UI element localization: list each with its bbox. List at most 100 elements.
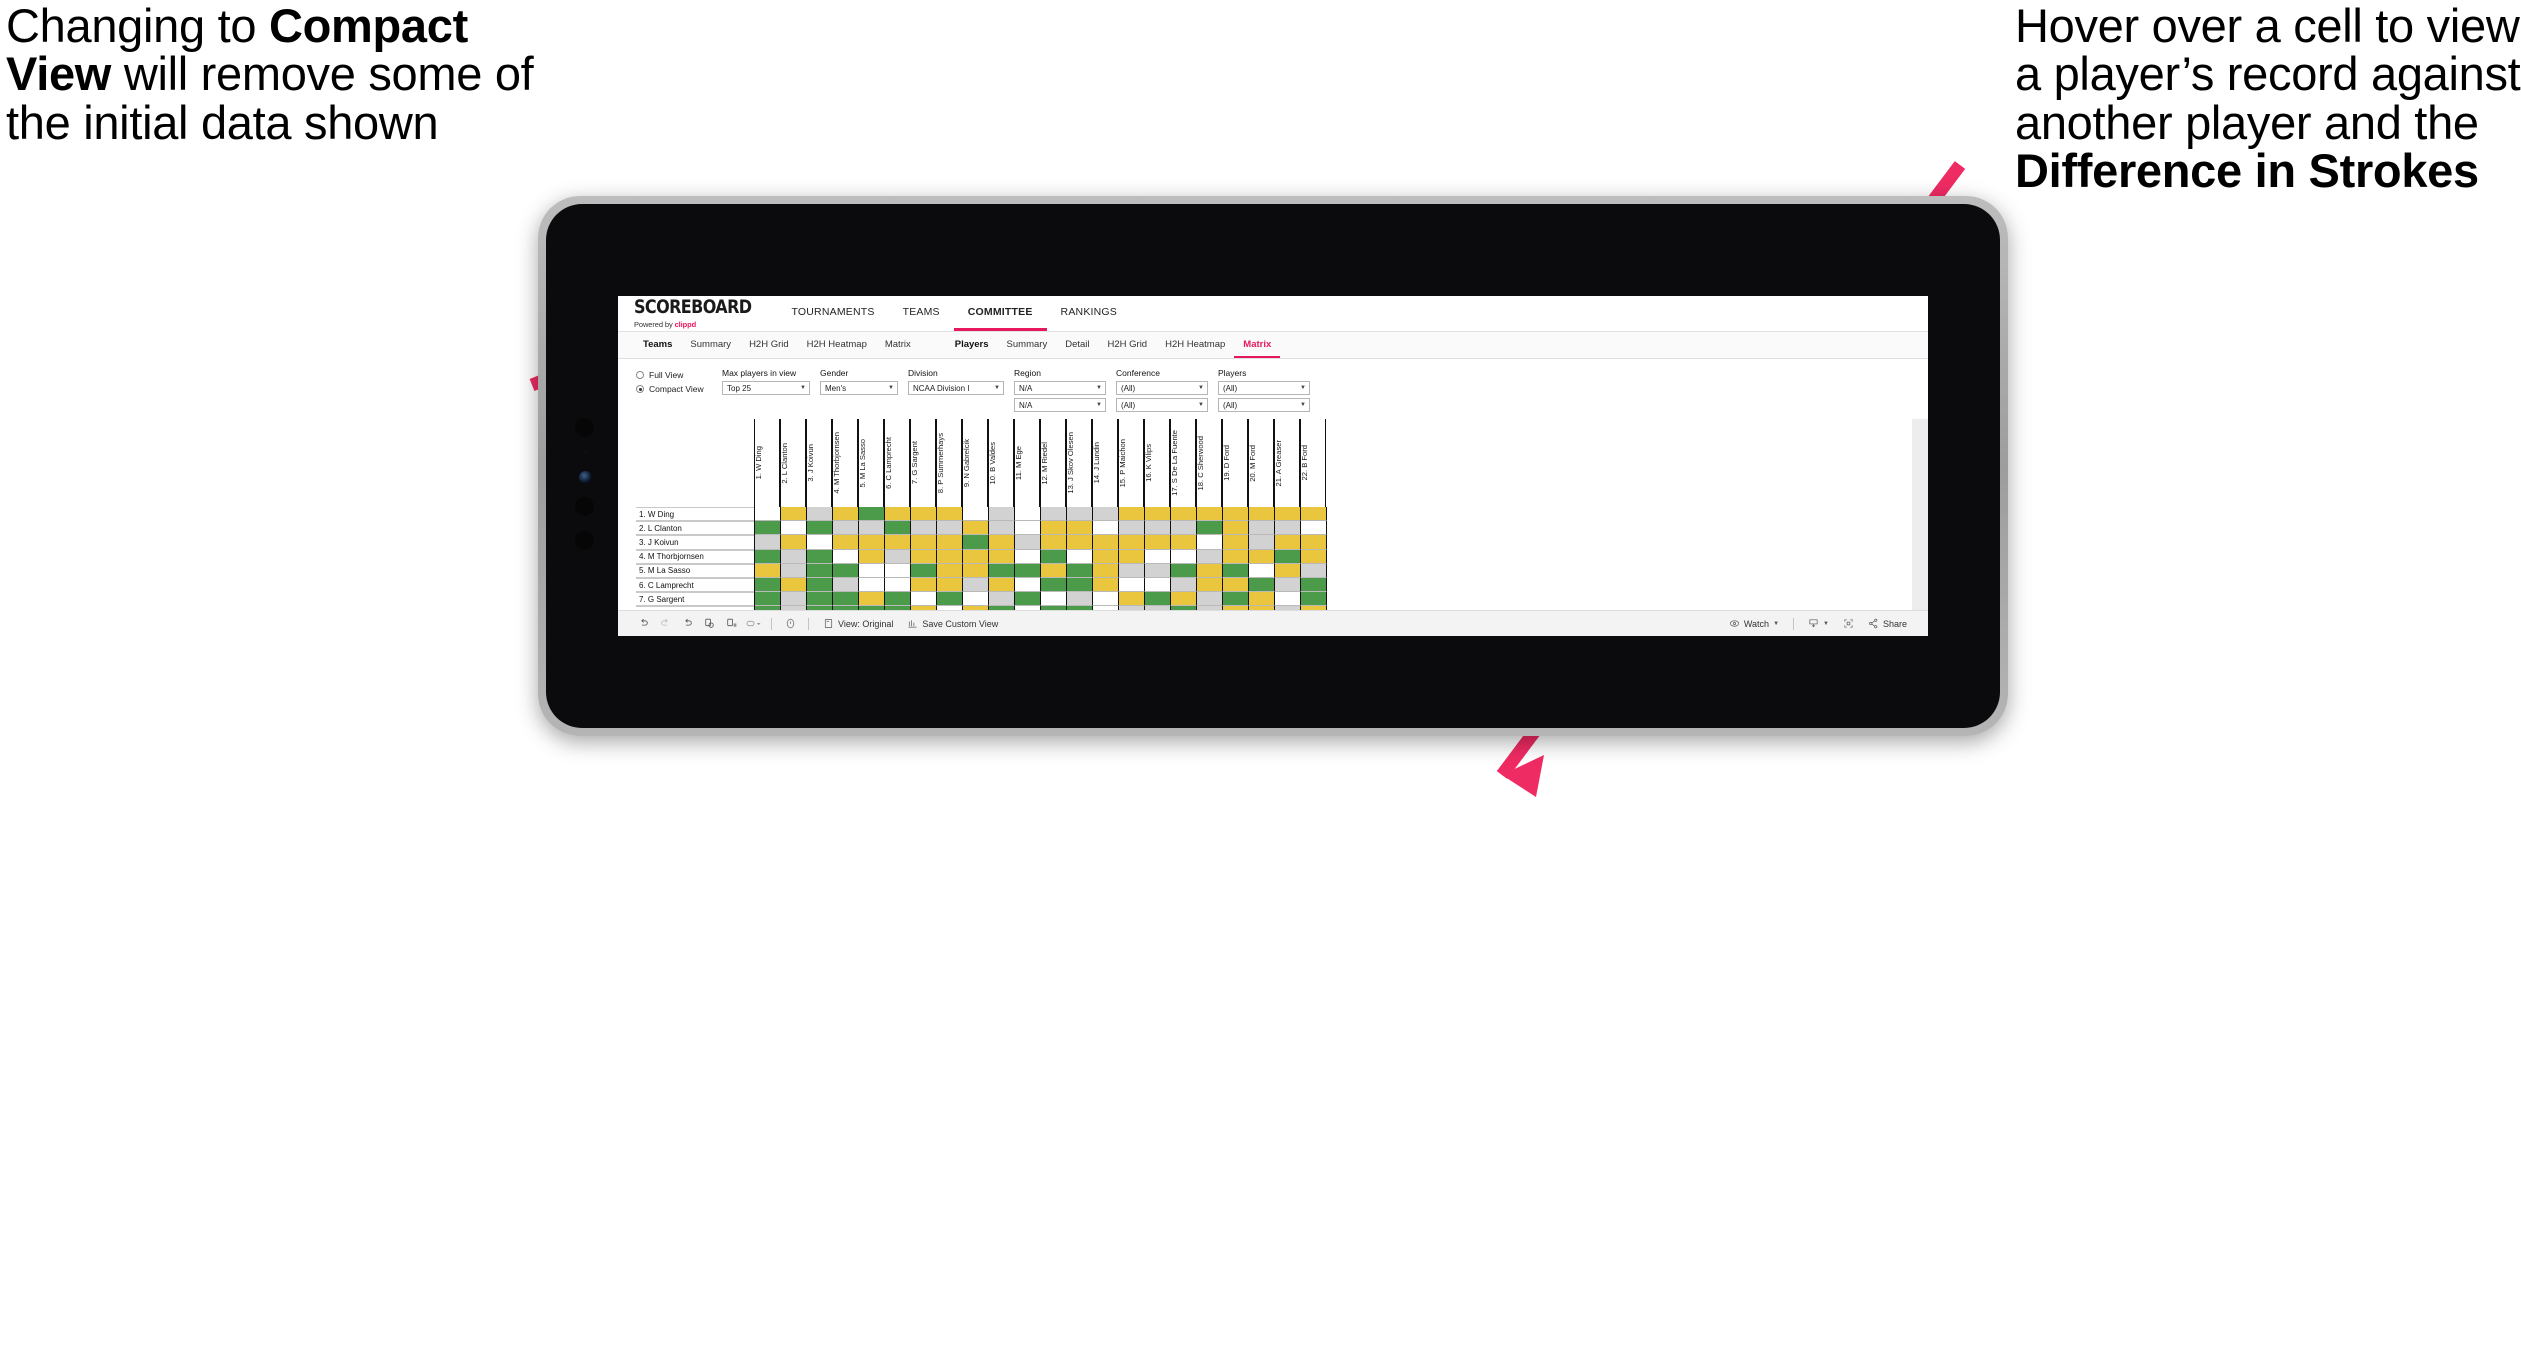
matrix-cell[interactable] bbox=[1197, 535, 1223, 550]
matrix-cell[interactable] bbox=[1145, 507, 1171, 522]
matrix-cell[interactable] bbox=[1275, 563, 1301, 578]
matrix-cell[interactable] bbox=[1301, 592, 1327, 607]
matrix-cell[interactable] bbox=[989, 563, 1015, 578]
tab-players-detail[interactable]: Detail bbox=[1056, 333, 1098, 358]
matrix-cell[interactable] bbox=[1171, 592, 1197, 607]
matrix-cell[interactable] bbox=[859, 507, 885, 522]
matrix-cell[interactable] bbox=[859, 549, 885, 564]
tab-players-h2h-grid[interactable]: H2H Grid bbox=[1099, 333, 1157, 358]
matrix-cell[interactable] bbox=[781, 507, 807, 522]
conference-select-1[interactable]: (All) ▼ bbox=[1116, 381, 1208, 395]
matrix-cell[interactable] bbox=[807, 577, 833, 593]
matrix-cell[interactable] bbox=[1301, 563, 1327, 578]
matrix-cell[interactable] bbox=[1197, 577, 1223, 593]
matrix-cell[interactable] bbox=[1041, 592, 1067, 607]
region-select-2[interactable]: N/A ▼ bbox=[1014, 398, 1106, 412]
matrix-cell[interactable] bbox=[1223, 549, 1249, 564]
matrix-cell[interactable] bbox=[885, 577, 911, 593]
matrix-cell[interactable] bbox=[781, 549, 807, 564]
matrix-cell[interactable] bbox=[1093, 507, 1119, 522]
save-custom-view-button[interactable]: Save Custom View bbox=[900, 618, 1005, 629]
share-button[interactable]: Share bbox=[1861, 618, 1914, 629]
matrix-cell[interactable] bbox=[833, 549, 859, 564]
matrix-cell[interactable] bbox=[1015, 592, 1041, 607]
matrix-cell[interactable] bbox=[833, 563, 859, 578]
conference-select-2[interactable]: (All) ▼ bbox=[1116, 398, 1208, 412]
view-original-button[interactable]: View: Original bbox=[816, 618, 900, 629]
matrix-cell[interactable] bbox=[1119, 563, 1145, 578]
nav-tournaments[interactable]: TOURNAMENTS bbox=[777, 296, 888, 331]
matrix-cell[interactable] bbox=[1145, 521, 1171, 536]
matrix-cell[interactable] bbox=[1171, 535, 1197, 550]
matrix-cell[interactable] bbox=[989, 549, 1015, 564]
matrix-cell[interactable] bbox=[807, 592, 833, 607]
division-select[interactable]: NCAA Division I ▼ bbox=[908, 381, 1004, 395]
matrix-cell[interactable] bbox=[937, 549, 963, 564]
matrix-cell[interactable] bbox=[1223, 507, 1249, 522]
matrix-cell[interactable] bbox=[807, 521, 833, 536]
matrix-cell[interactable] bbox=[937, 563, 963, 578]
matrix-cell[interactable] bbox=[1041, 549, 1067, 564]
matrix-cell[interactable] bbox=[963, 563, 989, 578]
matrix-cell[interactable] bbox=[885, 592, 911, 607]
matrix-cell[interactable] bbox=[807, 507, 833, 522]
matrix-cell[interactable] bbox=[859, 535, 885, 550]
matrix-cell[interactable] bbox=[937, 535, 963, 550]
matrix-cell[interactable] bbox=[1145, 592, 1171, 607]
pause-icon[interactable] bbox=[720, 613, 742, 635]
matrix-cell[interactable] bbox=[911, 577, 937, 593]
matrix-cell[interactable] bbox=[1171, 521, 1197, 536]
matrix-cell[interactable] bbox=[885, 535, 911, 550]
matrix-cell[interactable] bbox=[1197, 563, 1223, 578]
matrix-cell[interactable] bbox=[833, 507, 859, 522]
matrix-cell[interactable] bbox=[755, 507, 781, 522]
matrix-cell[interactable] bbox=[781, 521, 807, 536]
matrix-cell[interactable] bbox=[1067, 535, 1093, 550]
matrix-cell[interactable] bbox=[1067, 563, 1093, 578]
matrix-cell[interactable] bbox=[755, 563, 781, 578]
nav-committee[interactable]: COMMITTEE bbox=[953, 296, 1047, 331]
matrix-cell[interactable] bbox=[1093, 549, 1119, 564]
matrix-cell[interactable] bbox=[989, 521, 1015, 536]
matrix-cell[interactable] bbox=[963, 535, 989, 550]
tab-teams-matrix[interactable]: Matrix bbox=[876, 333, 920, 358]
undo-icon[interactable] bbox=[632, 613, 654, 635]
matrix-cell[interactable] bbox=[1067, 549, 1093, 564]
redo-icon[interactable] bbox=[654, 613, 676, 635]
tab-teams-h2h-heatmap[interactable]: H2H Heatmap bbox=[798, 333, 876, 358]
matrix-cell[interactable] bbox=[1119, 521, 1145, 536]
matrix-cell[interactable] bbox=[1041, 577, 1067, 593]
matrix-cell[interactable] bbox=[937, 507, 963, 522]
watch-button[interactable]: Watch ▼ bbox=[1722, 618, 1786, 629]
matrix-cell[interactable] bbox=[1041, 521, 1067, 536]
matrix-cell[interactable] bbox=[1249, 507, 1275, 522]
matrix-cell[interactable] bbox=[1223, 521, 1249, 536]
matrix-cell[interactable] bbox=[1093, 535, 1119, 550]
matrix-cell[interactable] bbox=[1041, 535, 1067, 550]
matrix-cell[interactable] bbox=[833, 592, 859, 607]
matrix-cell[interactable] bbox=[1249, 563, 1275, 578]
shape-dropdown-icon[interactable] bbox=[742, 613, 764, 635]
matrix-cell[interactable] bbox=[911, 592, 937, 607]
matrix-cell[interactable] bbox=[1301, 549, 1327, 564]
matrix-cell[interactable] bbox=[1197, 592, 1223, 607]
alert-icon[interactable] bbox=[779, 613, 801, 635]
matrix-cell[interactable] bbox=[911, 507, 937, 522]
matrix-cell[interactable] bbox=[1197, 549, 1223, 564]
matrix-cell[interactable] bbox=[937, 521, 963, 536]
matrix-cell[interactable] bbox=[1067, 521, 1093, 536]
matrix-cell[interactable] bbox=[963, 577, 989, 593]
matrix-cell[interactable] bbox=[859, 577, 885, 593]
matrix-cell[interactable] bbox=[1171, 577, 1197, 593]
matrix-cell[interactable] bbox=[1275, 535, 1301, 550]
matrix-cell[interactable] bbox=[1015, 563, 1041, 578]
matrix-cell[interactable] bbox=[1145, 563, 1171, 578]
matrix-cell[interactable] bbox=[885, 549, 911, 564]
matrix-cell[interactable] bbox=[989, 577, 1015, 593]
matrix-cell[interactable] bbox=[1015, 549, 1041, 564]
matrix-cell[interactable] bbox=[1119, 535, 1145, 550]
matrix-cell[interactable] bbox=[1275, 521, 1301, 536]
players-select-2[interactable]: (All) ▼ bbox=[1218, 398, 1310, 412]
matrix-cell[interactable] bbox=[807, 535, 833, 550]
matrix-cell[interactable] bbox=[833, 535, 859, 550]
